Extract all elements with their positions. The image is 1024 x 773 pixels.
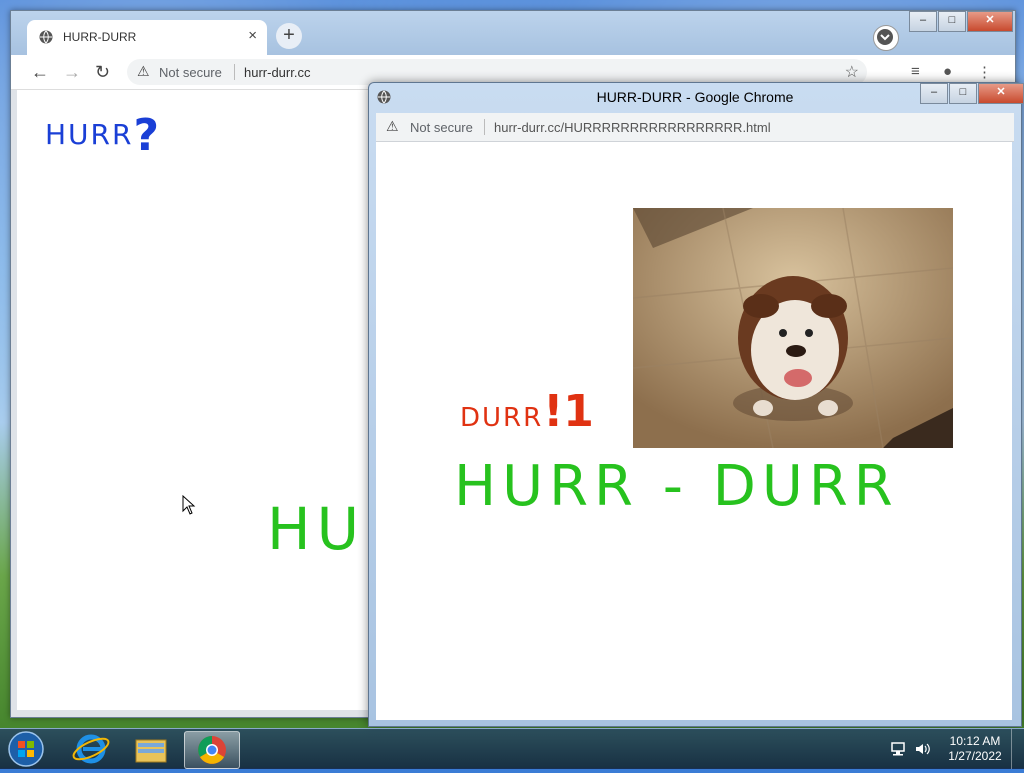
new-tab-button[interactable]: + (276, 23, 302, 49)
durr-word: DURR (460, 403, 544, 433)
maximize-button[interactable]: □ (949, 83, 977, 104)
maximize-button[interactable]: □ (938, 11, 966, 32)
tab-close-icon[interactable]: × (248, 27, 257, 44)
window-controls: – □ ✕ (908, 11, 1013, 32)
profile-icon[interactable]: ● (943, 63, 952, 80)
volume-icon[interactable] (914, 741, 930, 757)
url-text[interactable]: hurr-durr.cc (244, 65, 310, 80)
menu-kebab-icon[interactable]: ⋮ (977, 63, 992, 81)
close-button[interactable]: ✕ (967, 11, 1013, 32)
tab-hurr-durr[interactable]: HURR-DURR × (27, 20, 267, 55)
warning-icon: ⚠ (386, 118, 399, 134)
durr-exclaim: !1 (543, 386, 594, 437)
clock-date: 1/27/2022 (948, 749, 1002, 763)
big-green-text: HU (267, 495, 366, 563)
question-mark: ? (133, 110, 161, 161)
internet-explorer-icon[interactable] (64, 731, 118, 767)
url-text[interactable]: hurr-durr.cc/HURRRRRRRRRRRRRRRRR.html (494, 120, 771, 135)
bookmark-star-icon[interactable]: ☆ (845, 62, 859, 82)
address-divider (484, 119, 485, 135)
system-clock[interactable]: 10:12 AM 1/27/2022 (940, 734, 1010, 764)
google-chrome-icon[interactable] (184, 731, 240, 769)
tab-title: HURR-DURR (63, 30, 137, 44)
reload-icon[interactable]: ↻ (95, 62, 110, 83)
close-button[interactable]: ✕ (978, 83, 1024, 104)
hurr-durr-headline: HURR - DURR (454, 454, 899, 519)
browser-popup-window[interactable]: HURR-DURR - Google Chrome – □ ✕ ⚠ Not se… (368, 82, 1024, 727)
globe-icon (39, 30, 53, 44)
durr-text: DURR!1 (460, 386, 594, 437)
hurr-word: HURR (45, 118, 134, 151)
media-control-icon[interactable]: ≡ (911, 63, 920, 80)
popup-address-bar[interactable]: ⚠ Not secure hurr-durr.cc/HURRRRRRRRRRRR… (376, 113, 1014, 142)
popup-titlebar[interactable]: HURR-DURR - Google Chrome – □ ✕ (369, 83, 1024, 111)
clock-time: 10:12 AM (949, 734, 1001, 748)
network-icon[interactable] (890, 741, 906, 757)
minimize-button[interactable]: – (909, 11, 937, 32)
file-explorer-icon[interactable] (124, 731, 178, 767)
tab-strip: HURR-DURR × + – □ ✕ (11, 11, 1015, 55)
hurr-question-text: HURR? (45, 104, 161, 161)
tab-search-icon[interactable] (873, 25, 899, 51)
warning-icon: ⚠ (137, 63, 150, 79)
address-divider (234, 64, 235, 80)
show-desktop-button[interactable] (1011, 729, 1024, 769)
not-secure-label[interactable]: Not secure (410, 120, 473, 135)
minimize-button[interactable]: – (920, 83, 948, 104)
forward-arrow-icon[interactable]: → (63, 62, 81, 83)
not-secure-label[interactable]: Not secure (159, 65, 222, 80)
popup-page-content: DURR!1 HURR - DURR (376, 142, 1012, 720)
start-button[interactable] (6, 730, 46, 768)
taskbar: 10:12 AM 1/27/2022 (0, 728, 1024, 769)
bulldog-image (633, 208, 953, 448)
back-arrow-icon[interactable]: ← (31, 62, 49, 83)
mouse-cursor-icon (182, 495, 196, 515)
window-controls: – □ ✕ (919, 83, 1024, 104)
